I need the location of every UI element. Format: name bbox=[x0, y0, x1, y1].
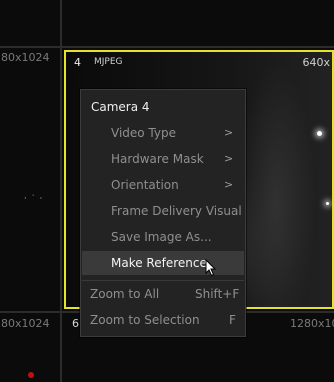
menu-item-make-reference[interactable]: Make Reference bbox=[111, 252, 207, 274]
menu-item-video-type[interactable]: Video Type bbox=[111, 122, 176, 144]
shortcut-zoom-to-selection: F bbox=[229, 313, 236, 327]
camera-codec: MJPEG bbox=[94, 57, 123, 67]
menu-item-hardware-mask[interactable]: Hardware Mask bbox=[111, 148, 204, 170]
video-noise: · ˙ · bbox=[24, 194, 44, 203]
menu-title: Camera 4 bbox=[91, 100, 150, 114]
tile-resolution-top-left: 280x1024 bbox=[0, 51, 50, 64]
submenu-arrow-icon: > bbox=[224, 178, 234, 191]
submenu-arrow-icon: > bbox=[224, 126, 234, 139]
menu-item-zoom-to-all[interactable]: Zoom to All bbox=[90, 283, 159, 305]
grid-divider-horizontal-top bbox=[0, 46, 334, 48]
camera-number: 4 bbox=[74, 56, 81, 69]
camera-resolution: 640x bbox=[302, 56, 330, 69]
menu-item-frame-delivery-visual[interactable]: Frame Delivery Visual bbox=[111, 200, 242, 222]
recording-dot-icon bbox=[28, 372, 34, 378]
tile-resolution-bottom-left: 280x1024 bbox=[0, 317, 50, 330]
grid-divider-vertical-left bbox=[60, 0, 62, 382]
shortcut-zoom-to-all: Shift+F bbox=[195, 287, 240, 301]
menu-item-orientation[interactable]: Orientation bbox=[111, 174, 179, 196]
tile-resolution-bottom-right: 1280x10 bbox=[290, 317, 334, 330]
tile-number-bottom-mid: 6 bbox=[72, 317, 79, 330]
submenu-arrow-icon: > bbox=[224, 152, 234, 165]
context-menu: Camera 4 Video Type > Hardware Mask > Or… bbox=[80, 89, 246, 337]
light-spot bbox=[326, 202, 329, 205]
menu-item-zoom-to-selection[interactable]: Zoom to Selection bbox=[90, 309, 200, 331]
menu-separator bbox=[82, 280, 244, 281]
mouse-cursor-icon bbox=[205, 259, 217, 277]
light-spot bbox=[317, 131, 322, 136]
menu-item-save-image-as[interactable]: Save Image As... bbox=[111, 226, 212, 248]
